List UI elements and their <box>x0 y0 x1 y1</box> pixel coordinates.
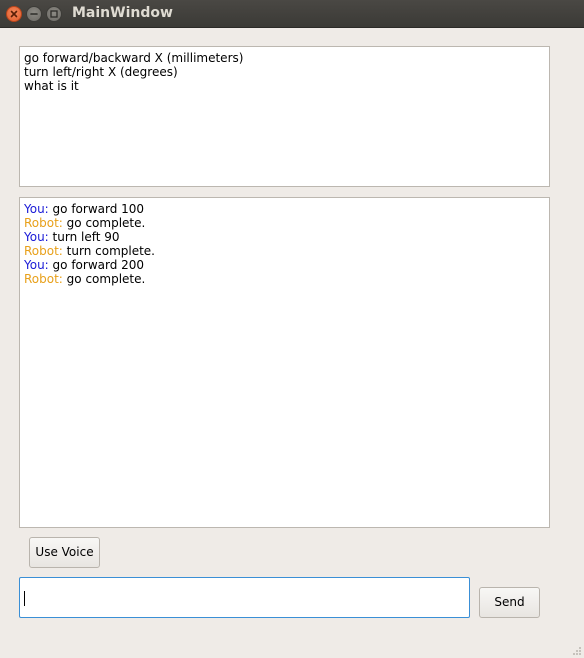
message-input[interactable] <box>19 577 470 618</box>
commands-help-textbox[interactable]: go forward/backward X (millimeters) turn… <box>19 46 550 187</box>
message-text: go forward 100 <box>48 202 145 216</box>
help-line: turn left/right X (degrees) <box>24 65 178 79</box>
text-caret <box>24 591 25 606</box>
speaker-label: Robot: <box>24 272 63 286</box>
speaker-label: You: <box>24 202 49 216</box>
chat-message: Robot: go complete. <box>24 216 545 230</box>
title-bar[interactable]: MainWindow <box>0 0 584 28</box>
speaker-label: You: <box>24 230 49 244</box>
chat-message: You: go forward 100 <box>24 202 545 216</box>
message-text: go forward 200 <box>48 258 145 272</box>
message-text: turn complete. <box>62 244 155 258</box>
chat-message: You: turn left 90 <box>24 230 545 244</box>
chat-message: Robot: go complete. <box>24 272 545 286</box>
chat-log[interactable]: You: go forward 100 Robot: go complete. … <box>19 197 550 528</box>
chat-message: Robot: turn complete. <box>24 244 545 258</box>
speaker-label: Robot: <box>24 244 63 258</box>
speaker-label: You: <box>24 258 49 272</box>
help-line: go forward/backward X (millimeters) <box>24 51 244 65</box>
help-line: what is it <box>24 79 79 93</box>
message-text: turn left 90 <box>48 230 120 244</box>
minimize-window-icon[interactable] <box>26 6 42 22</box>
window-title: MainWindow <box>72 5 173 21</box>
chat-message: You: go forward 200 <box>24 258 545 272</box>
message-text: go complete. <box>62 272 146 286</box>
send-button[interactable]: Send <box>479 587 540 618</box>
use-voice-button[interactable]: Use Voice <box>29 537 100 568</box>
close-window-icon[interactable] <box>6 6 22 22</box>
resize-grip-icon[interactable] <box>572 646 582 656</box>
maximize-window-icon[interactable] <box>46 6 62 22</box>
speaker-label: Robot: <box>24 216 63 230</box>
message-text: go complete. <box>62 216 146 230</box>
